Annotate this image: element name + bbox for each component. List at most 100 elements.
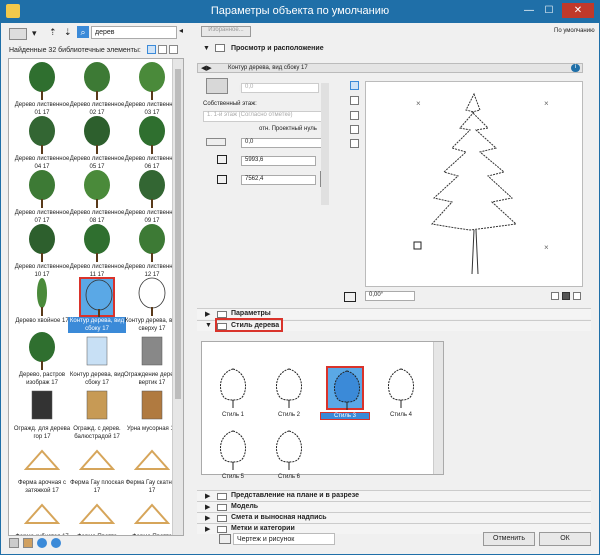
library-item-label: Ферма кубистая 17 bbox=[13, 533, 71, 535]
library-item-thumbnail bbox=[24, 331, 60, 371]
params-scrollbar[interactable] bbox=[321, 83, 329, 205]
close-button[interactable]: ✕ bbox=[562, 3, 594, 18]
library-grid: Дерево лиственное 01 17 Дерево лиственное… bbox=[8, 58, 184, 536]
library-menu-icon[interactable] bbox=[9, 28, 27, 40]
ok-button[interactable]: ОК bbox=[539, 532, 591, 546]
plan-section-title: Представление на плане и в разрезе bbox=[231, 492, 359, 499]
library-item-thumbnail bbox=[24, 385, 60, 425]
elevation-view-icon[interactable] bbox=[350, 96, 359, 105]
model-section-title: Модель bbox=[231, 503, 259, 510]
plan-section-header[interactable]: ▶ Представление на плане и в разрезе bbox=[197, 490, 591, 501]
mirror-icon[interactable] bbox=[551, 292, 559, 300]
style-option[interactable]: Стиль 6 bbox=[264, 428, 314, 490]
axonometry-icon[interactable] bbox=[350, 125, 359, 134]
tags-section-title: Метки и категории bbox=[231, 525, 295, 532]
search-input[interactable]: дерев bbox=[91, 26, 177, 39]
angle-top-field[interactable]: 0,0 bbox=[241, 83, 319, 93]
library-item-thumbnail bbox=[78, 439, 116, 479]
width-field[interactable]: 5993,6 bbox=[241, 156, 316, 166]
svg-text:×: × bbox=[416, 99, 421, 108]
library-item-thumbnail bbox=[79, 169, 115, 209]
library-item-label: Дерево хвойное 17 bbox=[15, 318, 69, 324]
sort-icon[interactable]: ⇣ bbox=[64, 27, 72, 38]
layer-icon bbox=[219, 534, 231, 544]
story-label: Собственный этаж: bbox=[203, 101, 257, 107]
cancel-button[interactable]: Отменить bbox=[483, 532, 535, 546]
style-option[interactable]: Стиль 1 bbox=[208, 366, 258, 428]
rotation-icon bbox=[344, 292, 356, 302]
style-option[interactable]: Стиль 2 bbox=[264, 366, 314, 428]
library-item-thumbnail bbox=[24, 115, 60, 155]
reference-select[interactable]: отн. Проектный нуль bbox=[259, 126, 317, 132]
story-select[interactable]: 1. 1-й этаж (Согласно отметке) bbox=[203, 111, 329, 122]
library-manager-icon[interactable] bbox=[9, 538, 19, 548]
style-option-label: Стиль 1 bbox=[221, 412, 245, 418]
library-item[interactable]: Ферма кубистая 17 bbox=[13, 493, 71, 535]
preview-section-title[interactable]: Просмотр и расположение bbox=[231, 45, 324, 52]
back-arrow-icon[interactable]: ▾ bbox=[32, 28, 37, 39]
3d-view-icon[interactable] bbox=[350, 111, 359, 120]
style-preview-icon bbox=[326, 366, 364, 410]
globe-icon[interactable] bbox=[37, 538, 47, 548]
library-item-thumbnail bbox=[133, 493, 171, 533]
library-item-thumbnail bbox=[24, 61, 60, 101]
prev-object-icon[interactable]: ◀▶ bbox=[201, 64, 212, 72]
default-label: По умолчанию bbox=[554, 28, 595, 34]
web-library-icon[interactable] bbox=[51, 538, 61, 548]
library-item-thumbnail bbox=[79, 385, 115, 425]
detail-view-icon[interactable] bbox=[169, 45, 178, 54]
width-icon bbox=[217, 155, 227, 164]
anchor-icon[interactable] bbox=[562, 292, 570, 300]
layer-select[interactable]: Чертеж и рисунок bbox=[233, 533, 335, 545]
library-scrollbar[interactable] bbox=[172, 59, 183, 535]
style-option[interactable]: Стиль 4 bbox=[376, 366, 426, 428]
tree-outline-preview: × × × bbox=[413, 92, 549, 275]
style-option-label: Стиль 4 bbox=[389, 412, 413, 418]
placement-icon[interactable] bbox=[573, 292, 581, 300]
preview-canvas: × × × bbox=[365, 81, 583, 287]
height-icon bbox=[217, 175, 227, 184]
window-title: Параметры объекта по умолчанию bbox=[210, 5, 390, 17]
listing-section-header[interactable]: ▶ Смета и выносная надпись bbox=[197, 512, 591, 523]
load-library-icon[interactable] bbox=[23, 538, 33, 548]
perspective-icon[interactable] bbox=[350, 139, 359, 148]
minimize-button[interactable]: — bbox=[520, 3, 538, 18]
collapse-arrow-icon[interactable]: ◂ bbox=[179, 26, 187, 39]
plan-view-icon[interactable] bbox=[350, 81, 359, 90]
height-field[interactable]: 7562,4 bbox=[241, 175, 316, 185]
params-icon bbox=[217, 311, 227, 318]
library-item[interactable]: Ферма Пратта плоская 17 bbox=[68, 493, 126, 535]
library-item-thumbnail bbox=[79, 115, 115, 155]
list-view-icon[interactable] bbox=[158, 45, 167, 54]
style-option-label: Стиль 3 bbox=[320, 412, 370, 420]
style-option[interactable]: Стиль 5 bbox=[208, 428, 258, 490]
elevation-field[interactable]: 0,0 bbox=[241, 138, 329, 148]
title-bar: Параметры объекта по умолчанию — ☐ ✕ bbox=[0, 0, 600, 22]
up-folder-icon[interactable]: ⇡ bbox=[49, 27, 57, 38]
found-count-label: Найденные 32 библиотечные элементы: bbox=[9, 47, 141, 54]
section-toggle-icon[interactable]: ▼ bbox=[203, 45, 210, 52]
params-section-title: Параметры bbox=[231, 310, 271, 317]
library-item-thumbnail bbox=[134, 277, 170, 317]
library-item-thumbnail bbox=[134, 331, 170, 371]
object-name: Контур дерева, вид сбоку 17 bbox=[228, 65, 308, 71]
model-section-header[interactable]: ▶ Модель bbox=[197, 501, 591, 512]
style-preview-icon bbox=[214, 428, 252, 472]
info-icon[interactable]: i bbox=[571, 64, 580, 72]
rotation-field[interactable]: 0,00° bbox=[365, 291, 415, 301]
grid-view-icon[interactable] bbox=[147, 45, 156, 54]
style-option[interactable]: Стиль 3 bbox=[320, 366, 370, 428]
library-item-thumbnail bbox=[134, 169, 170, 209]
library-item-thumbnail bbox=[79, 277, 115, 318]
model-icon bbox=[217, 504, 227, 511]
maximize-button[interactable]: ☐ bbox=[540, 3, 558, 18]
svg-text:×: × bbox=[544, 243, 549, 252]
library-item-label: Ферма Пратта плоская 17 bbox=[68, 533, 126, 535]
library-item-thumbnail bbox=[24, 169, 60, 209]
favorites-button[interactable]: Избранное... bbox=[201, 26, 251, 37]
style-scrollbar[interactable] bbox=[433, 342, 443, 474]
library-item-thumbnail bbox=[78, 493, 116, 533]
style-option-label: Стиль 2 bbox=[277, 412, 301, 418]
search-icon[interactable]: ⌕ bbox=[77, 26, 89, 38]
library-item-thumbnail bbox=[79, 331, 115, 371]
